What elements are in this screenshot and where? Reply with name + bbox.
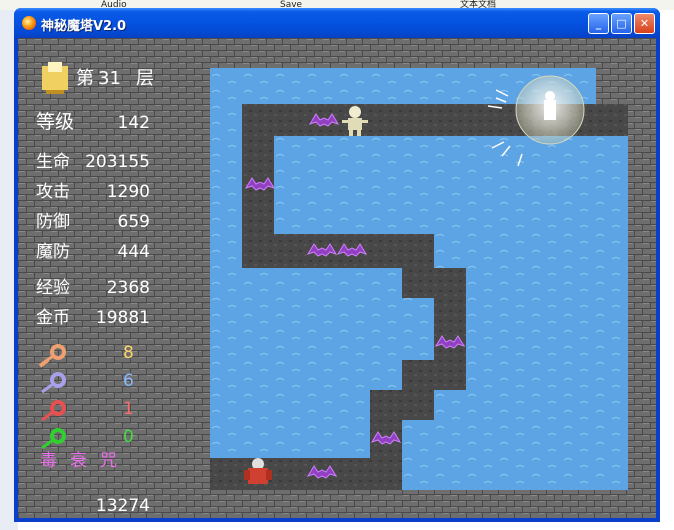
floor-prefix: 第 bbox=[76, 68, 94, 89]
window-titlebar[interactable]: 神秘魔塔V2.0 _ □ ✕ bbox=[14, 8, 660, 38]
hero-portrait-icon bbox=[42, 62, 68, 94]
bottom-counter: 13274 bbox=[96, 496, 150, 516]
gold-label: 金币 bbox=[36, 308, 70, 328]
maximize-icon: □ bbox=[616, 17, 627, 30]
hp-label: 生命 bbox=[36, 152, 70, 172]
minimize-icon: _ bbox=[595, 17, 602, 30]
mdef-label: 魔防 bbox=[36, 242, 70, 262]
close-icon: ✕ bbox=[639, 17, 650, 30]
close-button[interactable]: ✕ bbox=[634, 13, 655, 34]
game-canvas: 第 31 层 等级 142 生命 203155 攻击 1290 防御 659 魔… bbox=[18, 38, 656, 518]
status-poison: 毒 bbox=[40, 451, 57, 471]
floor-suffix: 层 bbox=[136, 68, 154, 89]
level-label: 等级 bbox=[36, 111, 74, 133]
wall-block bbox=[596, 68, 628, 104]
status-panel: 第 31 层 等级 142 生命 203155 攻击 1290 防御 659 魔… bbox=[22, 42, 164, 516]
map-area bbox=[210, 68, 628, 490]
desktop-right-edge bbox=[658, 10, 674, 530]
def-value: 659 bbox=[118, 212, 150, 232]
def-label: 防御 bbox=[36, 212, 70, 232]
corridor-step1 bbox=[402, 268, 466, 298]
corridor-step4 bbox=[370, 390, 434, 420]
window-title: 神秘魔塔V2.0 bbox=[41, 19, 127, 34]
atk-label: 攻击 bbox=[36, 182, 70, 202]
red-key-count: 1 bbox=[123, 399, 134, 419]
maximize-button[interactable]: □ bbox=[611, 13, 632, 34]
corridor-step3 bbox=[402, 360, 466, 390]
exp-value: 2368 bbox=[107, 278, 150, 298]
corridor-bottom bbox=[210, 458, 402, 490]
game-client-area: 第 31 层 等级 142 生命 203155 攻击 1290 防御 659 魔… bbox=[18, 38, 656, 518]
minimize-button[interactable]: _ bbox=[588, 13, 609, 34]
gold-value: 19881 bbox=[96, 308, 150, 328]
status-curse: 咒 bbox=[100, 451, 117, 471]
yellow-key-count: 8 bbox=[123, 343, 134, 363]
exp-label: 经验 bbox=[36, 278, 70, 298]
hp-value: 203155 bbox=[85, 152, 150, 172]
floor-number: 31 bbox=[98, 68, 121, 89]
atk-value: 1290 bbox=[107, 182, 150, 202]
app-icon bbox=[22, 16, 36, 30]
level-value: 142 bbox=[118, 113, 150, 133]
mdef-value: 444 bbox=[118, 242, 150, 262]
corridor-left bbox=[242, 136, 274, 268]
green-key-count: 0 bbox=[123, 427, 134, 447]
game-window: 神秘魔塔V2.0 _ □ ✕ 第 31 层 等级 142 生命 203155 攻… bbox=[14, 8, 660, 522]
corridor-step2 bbox=[434, 298, 466, 360]
status-weak: 衰 bbox=[70, 451, 87, 471]
blue-key-count: 6 bbox=[123, 371, 134, 391]
